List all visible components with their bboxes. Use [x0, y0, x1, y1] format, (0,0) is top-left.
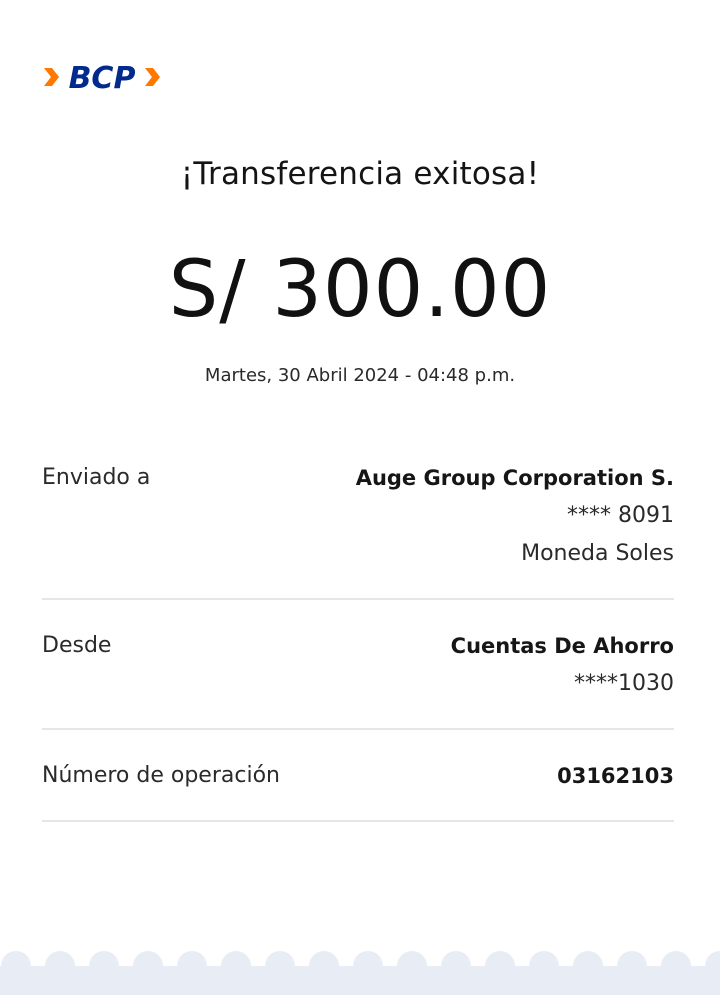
- from-account-number: ****1030: [574, 671, 674, 696]
- sent-to-label: Enviado a: [42, 465, 151, 490]
- logo-left-chevron-icon: [44, 68, 59, 86]
- divider: [42, 598, 674, 600]
- divider: [42, 728, 674, 730]
- recipient-name: Auge Group Corporation S.: [355, 466, 674, 490]
- transfer-datetime: Martes, 30 Abril 2024 - 04:48 p.m.: [204, 365, 516, 386]
- logo-text: BCP: [69, 61, 136, 94]
- operation-values: 03162103: [557, 763, 674, 801]
- recipient-currency: Moneda Soles: [521, 541, 674, 566]
- operation-number: 03162103: [557, 764, 674, 788]
- divider: [42, 820, 674, 822]
- from-label: Desde: [42, 633, 112, 658]
- from-values: Cuentas De Ahorro ****1030: [451, 633, 674, 709]
- bcp-logo: BCP: [44, 61, 160, 94]
- operation-label: Número de operación: [42, 763, 280, 788]
- recipient-account: **** 8091: [567, 503, 674, 528]
- transfer-amount: S/ 300.00: [168, 245, 552, 335]
- success-title: ¡Transferencia exitosa!: [180, 156, 540, 192]
- receipt-scalloped-edge: [0, 948, 720, 995]
- logo-right-chevron-icon: [145, 68, 160, 86]
- from-account-type: Cuentas De Ahorro: [450, 634, 674, 658]
- sent-to-values: Auge Group Corporation S. **** 8091 Mone…: [356, 465, 674, 579]
